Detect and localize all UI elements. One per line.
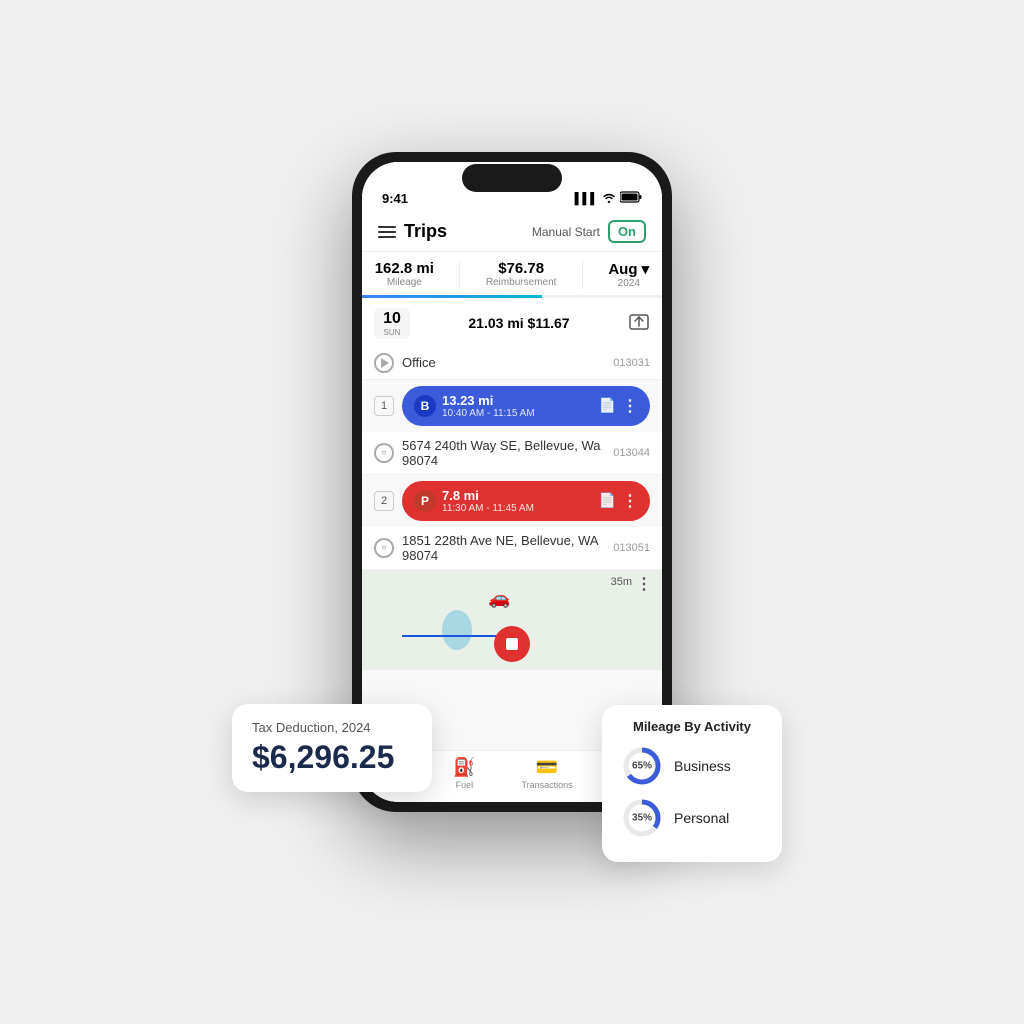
personal-type-label: Personal <box>674 810 729 826</box>
mid-location-code: 013044 <box>613 447 650 459</box>
start-location-icon <box>374 353 394 373</box>
transactions-nav-icon: 💳 <box>536 757 558 778</box>
page-title: Trips <box>404 221 447 242</box>
mid-location-name: 5674 240th Way SE, Bellevue, Wa 98074 <box>402 438 605 468</box>
mid-location-row: ○ 5674 240th Way SE, Bellevue, Wa 98074 … <box>362 432 662 475</box>
end-location-code: 013051 <box>613 542 650 554</box>
business-mileage-row: 65% Business <box>620 744 764 788</box>
year-value: 2024 <box>608 278 649 289</box>
manual-start-toggle[interactable]: On <box>608 220 646 243</box>
battery-icon <box>620 191 642 206</box>
signal-icon: ▌▌▌ <box>575 193 598 205</box>
trip-item-1: 1 B 13.23 mi 10:40 AM - 11:15 AM 📄 ⋮ <box>362 380 662 432</box>
mileage-activity-card: Mileage By Activity 65% Business 35% <box>602 705 782 862</box>
personal-donut: 35% <box>620 796 664 840</box>
map-area: 🚗 35m ⋮ <box>362 570 662 670</box>
personal-mileage-row: 35% Personal <box>620 796 764 840</box>
nav-fuel[interactable]: ⛽ Fuel <box>453 757 475 790</box>
map-car-icon: 🚗 <box>488 588 510 609</box>
month-stat[interactable]: Aug ▾ 2024 <box>608 260 649 289</box>
trip-actions-1: 📄 ⋮ <box>599 396 638 416</box>
trip-doc-icon-2[interactable]: 📄 <box>599 492 616 509</box>
header-right: Manual Start On <box>532 220 646 243</box>
end-location-name: 1851 228th Ave NE, Bellevue, WA 98074 <box>402 533 605 563</box>
menu-icon[interactable] <box>378 226 396 238</box>
tax-deduction-label: Tax Deduction, 2024 <box>252 720 412 735</box>
export-icon[interactable] <box>628 311 650 336</box>
fuel-nav-label: Fuel <box>456 780 474 790</box>
mileage-stat: 162.8 mi Mileage <box>375 260 434 289</box>
trip-time-1: 10:40 AM - 11:15 AM <box>442 408 593 419</box>
trip-item-2: 2 P 7.8 mi 11:30 AM - 11:45 AM 📄 ⋮ <box>362 475 662 527</box>
stop-square <box>506 638 518 650</box>
mileage-value: 162.8 mi <box>375 260 434 277</box>
header-left: Trips <box>378 221 447 242</box>
map-duration: 35m <box>611 576 632 588</box>
business-pct-label: 65% <box>632 761 652 772</box>
business-type-label: Business <box>674 758 731 774</box>
trip-more-icon-1[interactable]: ⋮ <box>622 396 638 416</box>
month-value: Aug ▾ <box>608 260 649 278</box>
trip-number-1: 1 <box>374 396 394 416</box>
trip-time-2: 11:30 AM - 11:45 AM <box>442 503 593 514</box>
end-location-icon: ○ <box>374 538 394 558</box>
tax-deduction-amount: $6,296.25 <box>252 739 412 776</box>
start-location-code: 013031 <box>613 357 650 369</box>
reimbursement-value: $76.78 <box>486 260 557 277</box>
trip-list: Office 013031 1 B 13.23 mi 10:40 AM - 11… <box>362 347 662 750</box>
end-location-row: ○ 1851 228th Ave NE, Bellevue, WA 98074 … <box>362 527 662 570</box>
nav-transactions[interactable]: 💳 Transactions <box>521 757 572 790</box>
dynamic-island <box>462 164 562 192</box>
date-day: SUN <box>380 328 404 337</box>
tax-deduction-card: Tax Deduction, 2024 $6,296.25 <box>232 704 432 792</box>
progress-bar-container <box>362 295 662 298</box>
start-location-name: Office <box>402 355 605 370</box>
wifi-icon <box>602 191 616 206</box>
trip-distance-2: 7.8 mi <box>442 488 593 503</box>
trip-distance-1: 13.23 mi <box>442 393 593 408</box>
manual-start-label: Manual Start <box>532 225 600 239</box>
date-num: 10 <box>380 310 404 328</box>
trip-summary: 21.03 mi $11.67 <box>420 315 618 331</box>
map-route <box>402 635 502 637</box>
scene: 9:41 ▌▌▌ <box>252 152 772 872</box>
trip-info-2: 7.8 mi 11:30 AM - 11:45 AM <box>442 488 593 514</box>
app-header: Trips Manual Start On <box>362 212 662 252</box>
stats-row: 162.8 mi Mileage $76.78 Reimbursement Au… <box>362 252 662 293</box>
transactions-nav-label: Transactions <box>521 780 572 790</box>
mileage-label: Mileage <box>375 277 434 288</box>
trip-more-icon-2[interactable]: ⋮ <box>622 491 638 511</box>
map-more-icon[interactable]: ⋮ <box>636 574 652 594</box>
status-time: 9:41 <box>382 191 408 206</box>
trip-type-p: P <box>414 490 436 512</box>
trip-number-2: 2 <box>374 491 394 511</box>
trip-card-blue[interactable]: B 13.23 mi 10:40 AM - 11:15 AM 📄 ⋮ <box>402 386 650 426</box>
progress-bar-fill <box>362 295 542 298</box>
map-river <box>442 610 472 650</box>
personal-pct-label: 35% <box>632 813 652 824</box>
start-location-row: Office 013031 <box>362 347 662 380</box>
trip-info-1: 13.23 mi 10:40 AM - 11:15 AM <box>442 393 593 419</box>
mileage-card-title: Mileage By Activity <box>620 719 764 734</box>
mid-location-icon: ○ <box>374 443 394 463</box>
reimbursement-label: Reimbursement <box>486 277 557 288</box>
fuel-nav-icon: ⛽ <box>453 757 475 778</box>
trip-type-b: B <box>414 395 436 417</box>
stop-button[interactable] <box>494 626 530 662</box>
trip-date-row: 10 SUN 21.03 mi $11.67 <box>362 300 662 347</box>
date-badge: 10 SUN <box>374 308 410 339</box>
trip-actions-2: 📄 ⋮ <box>599 491 638 511</box>
business-donut: 65% <box>620 744 664 788</box>
reimbursement-stat: $76.78 Reimbursement <box>486 260 557 289</box>
trip-doc-icon-1[interactable]: 📄 <box>599 397 616 414</box>
status-icons: ▌▌▌ <box>575 191 642 206</box>
trip-card-red[interactable]: P 7.8 mi 11:30 AM - 11:45 AM 📄 ⋮ <box>402 481 650 521</box>
